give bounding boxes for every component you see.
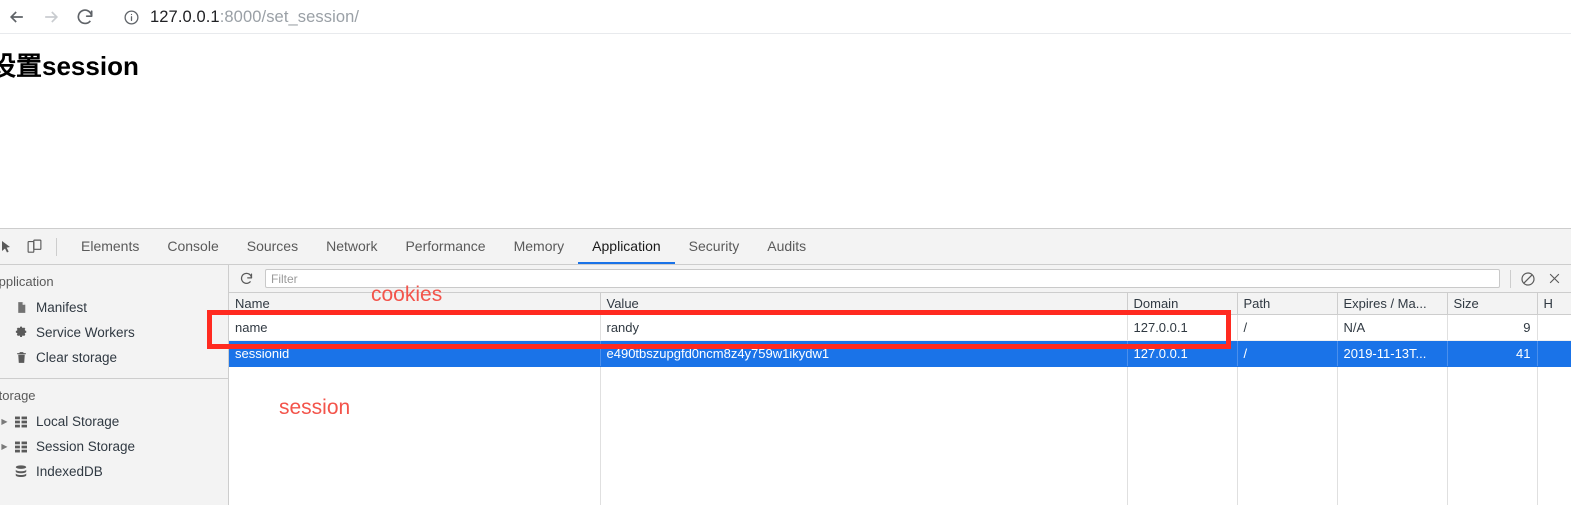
reload-button[interactable] [68, 0, 102, 34]
cell-domain: 127.0.0.1 [1127, 314, 1238, 341]
application-sidebar: Application ▶ Manifest ▶ S [0, 265, 229, 505]
cell-expires: 2019-11-13T... [1337, 340, 1448, 367]
cell-value: e490tbszupgfd0ncm8z4y759w1ikydw1 [600, 340, 1128, 367]
sidebar-item-clear-storage[interactable]: ▶ Clear storage [0, 345, 228, 370]
sidebar-item-label: Local Storage [36, 414, 120, 429]
column-header-domain[interactable]: Domain [1127, 293, 1238, 315]
empty-cell [1537, 366, 1571, 505]
browser-toolbar: 127.0.0.1:8000/set_session/ [0, 0, 1571, 34]
site-information-icon[interactable] [120, 6, 142, 28]
sidebar-item-session-storage[interactable]: ▶ Session Storage [0, 434, 228, 459]
clear-all-cookies-icon[interactable] [1515, 267, 1541, 291]
tab-elements[interactable]: Elements [67, 229, 153, 264]
inspect-element-icon[interactable] [0, 233, 20, 261]
empty-cell [229, 366, 601, 505]
device-toolbar-icon[interactable] [20, 233, 48, 261]
column-header-value[interactable]: Value [600, 293, 1128, 315]
tab-performance[interactable]: Performance [391, 229, 499, 264]
table-row[interactable]: name randy 127.0.0.1 / N/A 9 [229, 314, 1571, 341]
sidebar-item-label: Session Storage [36, 439, 136, 454]
tab-memory[interactable]: Memory [500, 229, 579, 264]
cell-name: name [229, 314, 601, 341]
cell-expires: N/A [1337, 314, 1448, 341]
empty-cell [1237, 366, 1338, 505]
cell-size: 41 [1447, 340, 1538, 367]
document-icon [11, 300, 31, 315]
cell-path: / [1237, 314, 1338, 341]
table-empty-area [229, 366, 1571, 505]
tab-network[interactable]: Network [312, 229, 391, 264]
toolbar-divider [1510, 269, 1511, 288]
sidebar-section-application: Application [0, 274, 54, 289]
url-host: 127.0.0.1 [150, 7, 220, 26]
empty-cell [600, 366, 1128, 505]
cell-value: randy [600, 314, 1128, 341]
sidebar-item-label: Clear storage [36, 350, 118, 365]
cell-name: sessionid [229, 340, 601, 367]
column-header-httponly[interactable]: H [1537, 293, 1571, 315]
page-title: 设置session [0, 51, 139, 81]
url-text: 127.0.0.1:8000/set_session/ [150, 8, 359, 27]
forward-button[interactable] [34, 0, 68, 34]
tab-sources[interactable]: Sources [233, 229, 312, 264]
cell-httponly [1537, 340, 1571, 367]
url-path: :8000/set_session/ [219, 7, 360, 26]
column-header-expires[interactable]: Expires / Ma... [1337, 293, 1448, 315]
sidebar-section-storage: Storage [0, 388, 36, 403]
column-header-size[interactable]: Size [1447, 293, 1538, 315]
twisty-icon: ▶ [0, 328, 11, 337]
devtools-body: Application ▶ Manifest ▶ S [0, 265, 1571, 505]
column-header-path[interactable]: Path [1237, 293, 1338, 315]
refresh-icon[interactable] [233, 267, 259, 291]
sidebar-item-indexeddb[interactable]: ▶ IndexedDB [0, 459, 228, 484]
trash-icon [11, 350, 31, 365]
twisty-icon: ▶ [0, 467, 11, 476]
close-icon[interactable] [1541, 267, 1567, 291]
grid-icon [11, 416, 31, 428]
cell-domain: 127.0.0.1 [1127, 340, 1238, 367]
empty-cell [1447, 366, 1538, 505]
empty-cell [1337, 366, 1448, 505]
chevron-right-icon[interactable]: ▶ [0, 417, 11, 426]
tab-security[interactable]: Security [675, 229, 754, 264]
devtools-panel: Elements Console Sources Network Perform… [0, 228, 1571, 505]
sidebar-item-label: Manifest [36, 300, 88, 315]
database-icon [11, 464, 31, 479]
tab-audits[interactable]: Audits [753, 229, 820, 264]
sidebar-item-local-storage[interactable]: ▶ Local Storage [0, 409, 228, 434]
empty-cell [1127, 366, 1238, 505]
table-row[interactable]: sessionid e490tbszupgfd0ncm8z4y759w1ikyd… [229, 340, 1571, 367]
tabbar-divider [56, 237, 57, 256]
sidebar-item-service-workers[interactable]: ▶ Service Workers [0, 320, 228, 345]
sidebar-item-manifest[interactable]: ▶ Manifest [0, 295, 228, 320]
cell-httponly [1537, 314, 1571, 341]
tab-application[interactable]: Application [578, 229, 675, 264]
sidebar-item-label: Service Workers [36, 325, 135, 340]
devtools-tabbar: Elements Console Sources Network Perform… [0, 229, 1571, 265]
cookies-table: Name Value Domain Path Expires / Ma... S… [229, 293, 1571, 505]
grid-icon [11, 441, 31, 453]
twisty-icon: ▶ [0, 303, 11, 312]
annotation-label-cookies: cookies [371, 283, 443, 306]
sidebar-item-label: IndexedDB [36, 464, 103, 479]
cell-path: / [1237, 340, 1338, 367]
cell-size: 9 [1447, 314, 1538, 341]
twisty-icon: ▶ [0, 353, 11, 362]
page-viewport: 设置session [0, 34, 1571, 224]
annotation-label-session: session [279, 396, 351, 419]
gear-icon [11, 326, 31, 340]
back-button[interactable] [0, 0, 34, 34]
tab-console[interactable]: Console [153, 229, 232, 264]
filter-input[interactable] [265, 269, 1500, 288]
chevron-right-icon[interactable]: ▶ [0, 442, 11, 451]
address-bar[interactable]: 127.0.0.1:8000/set_session/ [114, 3, 1571, 31]
